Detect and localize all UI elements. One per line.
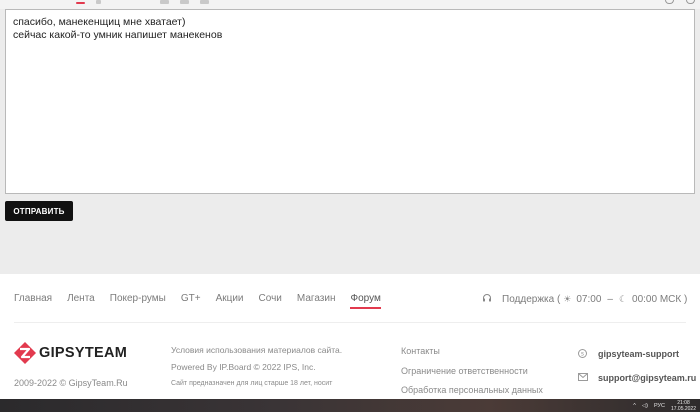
footer-divider <box>14 322 686 323</box>
mail-icon <box>578 373 590 383</box>
terms-link[interactable]: Условия использования материалов сайта. <box>171 342 342 359</box>
support-end-time: 00:00 МСК ) <box>632 293 688 305</box>
os-taskbar: ^ ◁) РУС 21:08 17.05.2022 <box>0 399 700 412</box>
speaker-icon[interactable]: ◁) <box>642 403 648 409</box>
clock-date: 17.05.2022 <box>670 405 696 412</box>
editor-line: сейчас какой-то умник напишет манекенов <box>13 29 223 41</box>
underline-icon[interactable] <box>76 2 85 4</box>
powered-by: Powered By IP.Board © 2022 IPS, Inc. <box>171 362 316 372</box>
support-start-time: 07:00 <box>576 293 602 305</box>
toolbar-icon[interactable] <box>96 0 101 4</box>
support-email: support@gipsyteam.ru <box>598 373 697 383</box>
chevron-up-icon[interactable]: ^ <box>633 403 636 409</box>
nav-link-forum[interactable]: Форум <box>350 293 382 309</box>
link-personal-data[interactable]: Обработка персональных данных <box>401 381 543 401</box>
svg-text:s: s <box>581 350 584 357</box>
nav-link-promotions[interactable]: Акции <box>216 293 244 304</box>
copyright: 2009-2022 © GipsyTeam.Ru <box>14 378 128 388</box>
support-hours[interactable]: Поддержка ( ☀ 07:00 – ☾ 00:00 МСК ) <box>482 293 687 305</box>
help-icon[interactable] <box>665 0 674 4</box>
logo-text: GIPSYTEAM <box>39 345 128 361</box>
footer-nav: Главная Лента Покер-румы GT+ Акции Сочи … <box>14 293 382 309</box>
nav-link-sochi[interactable]: Сочи <box>259 293 282 304</box>
age-notice: Сайт предназначен для лиц старше 18 лет,… <box>171 380 333 387</box>
reply-editor[interactable]: спасибо, манекенщиц мне хватает) сейчас … <box>5 9 695 194</box>
nav-link-shop[interactable]: Магазин <box>297 293 336 304</box>
toolbar-icon[interactable] <box>180 0 189 4</box>
toolbar-icon[interactable] <box>200 0 209 4</box>
footer-links: Контакты Ограничение ответственности Обр… <box>401 342 543 401</box>
headset-icon <box>482 293 492 305</box>
link-contacts[interactable]: Контакты <box>401 342 543 362</box>
editor-toolbar <box>0 0 700 9</box>
moon-icon: ☾ <box>618 293 628 304</box>
logo-mark-icon <box>14 342 36 364</box>
system-clock[interactable]: 21:08 17.05.2022 <box>671 400 696 412</box>
toolbar-icon[interactable] <box>160 0 169 4</box>
send-button[interactable]: ОТПРАВИТЬ <box>5 201 73 221</box>
nav-link-poker-rooms[interactable]: Покер-румы <box>110 293 166 304</box>
editor-line: спасибо, манекенщиц мне хватает) <box>13 16 186 28</box>
nav-link-feed[interactable]: Лента <box>67 293 95 304</box>
link-liability[interactable]: Ограничение ответственности <box>401 362 543 382</box>
support-dash: – <box>607 293 613 305</box>
legal-info: Условия использования материалов сайта. … <box>171 342 342 390</box>
sun-icon: ☀ <box>563 293 572 304</box>
system-tray: ^ ◁) РУС 21:08 17.05.2022 <box>633 399 696 412</box>
skype-contact[interactable]: s gipsyteam-support <box>578 342 696 366</box>
nav-link-gt-plus[interactable]: GT+ <box>181 293 201 304</box>
nav-link-home[interactable]: Главная <box>14 293 52 304</box>
site-footer: Главная Лента Покер-румы GT+ Акции Сочи … <box>0 274 700 399</box>
language-indicator[interactable]: РУС <box>654 403 665 409</box>
settings-icon[interactable] <box>686 0 695 4</box>
skype-icon: s <box>578 348 590 360</box>
gipsyteam-logo[interactable]: GIPSYTEAM <box>14 342 127 364</box>
support-label: Поддержка ( <box>502 293 561 305</box>
footer-contacts: s gipsyteam-support support@gipsyteam.ru <box>578 342 696 390</box>
skype-handle: gipsyteam-support <box>598 349 680 359</box>
email-contact[interactable]: support@gipsyteam.ru <box>578 366 696 390</box>
